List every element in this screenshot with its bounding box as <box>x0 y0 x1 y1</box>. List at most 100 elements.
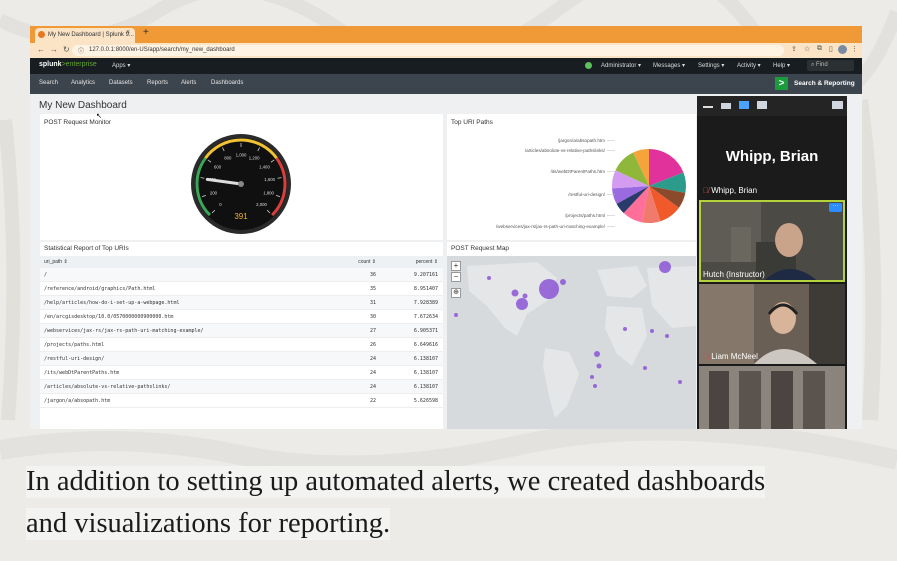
gallery-view-icon[interactable] <box>757 101 767 109</box>
cell-uri-path: /en/arcgisdesktop/10.0/0570000000900000.… <box>44 314 174 320</box>
exit-fullscreen-icon[interactable] <box>832 101 843 109</box>
apps-menu[interactable]: Apps ▾ <box>112 62 130 69</box>
share-icon[interactable]: ⇪ <box>791 45 797 53</box>
map-cluster-dot[interactable] <box>623 327 627 331</box>
cell-count: 24 <box>369 370 376 376</box>
cell-percent: 7.672634 <box>413 314 438 320</box>
table-row[interactable]: /webservices/jax-rs/jax-rs-path-uri-matc… <box>40 324 443 338</box>
gauge-tick-label: 600 <box>214 164 222 169</box>
menu-icon[interactable]: ⋮ <box>851 45 858 53</box>
pie-label: /articles/absolute-vs-relative-pathslink… <box>525 148 606 153</box>
map-cluster-dot[interactable] <box>678 380 682 384</box>
nav-alerts[interactable]: Alerts <box>181 80 196 86</box>
table-row[interactable]: /reference/android/graphics/Path.html 35 8… <box>40 282 443 296</box>
participant-video-3[interactable] <box>699 366 845 429</box>
settings-menu[interactable]: Settings ▾ <box>698 62 724 69</box>
stats-table: / 36 9.207161/reference/android/graphics/P… <box>40 268 443 408</box>
splunk-logo[interactable]: splunk>enterprise <box>39 61 97 68</box>
activity-menu[interactable]: Activity ▾ <box>737 62 761 69</box>
nav-reports[interactable]: Reports <box>147 80 168 86</box>
app-label[interactable]: Search & Reporting <box>794 80 855 87</box>
radial-gauge: 02004006008001,0001,2001,4001,6001,8002,… <box>191 134 291 234</box>
map-reset-icon[interactable]: ⊕ <box>451 288 461 298</box>
extensions-icon[interactable]: ⧉ <box>817 45 822 53</box>
map-cluster-dot[interactable] <box>516 298 528 310</box>
map-cluster-dot[interactable] <box>590 375 594 379</box>
pie-label: /webservices/jax-rs/jax-rs-path-uri-matc… <box>496 224 606 229</box>
map-cluster-dot[interactable] <box>454 313 458 317</box>
muted-mic-icon: 🎙̸ <box>703 186 712 195</box>
map-cluster-dot[interactable] <box>487 276 491 280</box>
table-row[interactable]: /en/arcgisdesktop/10.0/0570000000900000.… <box>40 310 443 324</box>
map-cluster-dot[interactable] <box>596 363 602 369</box>
pie-chart: /jargon/a/absopath.htm/articles/absolute… <box>496 138 686 229</box>
gauge-panel-title: POST Request Monitor <box>44 119 112 126</box>
cell-uri-path: /its/webDtParentPaths.htm <box>44 370 120 376</box>
nav-dashboards[interactable]: Dashboards <box>211 80 243 86</box>
minimize-icon[interactable] <box>703 106 713 108</box>
gauge-tick-label: 2,000 <box>256 202 267 207</box>
sidebar-icon[interactable]: ▯ <box>829 45 833 53</box>
cell-percent: 5.626598 <box>413 398 438 404</box>
map-cluster-dot[interactable] <box>539 279 559 299</box>
address-bar[interactable]: ⓘ 127.0.0.1:8000/en-US/app/search/my_new… <box>72 45 784 56</box>
map-cluster-dot[interactable] <box>643 366 647 370</box>
cluster-map[interactable] <box>447 256 696 429</box>
nav-datasets[interactable]: Datasets <box>109 80 133 86</box>
col-percent[interactable]: percent ⇕ <box>390 259 438 265</box>
map-cluster-dot[interactable] <box>650 329 654 333</box>
table-row[interactable]: /projects/paths.html 26 6.649616 <box>40 338 443 352</box>
map-cluster-dot[interactable] <box>665 334 669 338</box>
administrator-menu[interactable]: Administrator ▾ <box>601 62 641 69</box>
map-panel-title: POST Request Map <box>451 245 510 252</box>
map-zoom-in-button[interactable]: + <box>451 261 461 271</box>
cell-uri-path: /help/articles/how-do-i-set-up-a-webpage… <box>44 300 180 306</box>
nav-analytics[interactable]: Analytics <box>71 80 95 86</box>
map-cluster-dot[interactable] <box>594 351 600 357</box>
col-count[interactable]: count ⇕ <box>340 259 376 265</box>
nav-search[interactable]: Search <box>39 80 58 86</box>
table-row[interactable]: /restful-uri-design/24 6.138107 <box>40 352 443 366</box>
cell-percent: 6.905371 <box>413 328 438 334</box>
map-cluster-dot[interactable] <box>522 293 528 299</box>
map-cluster-dot[interactable] <box>511 289 519 297</box>
thumbnail-view-icon[interactable] <box>721 103 731 109</box>
speaker-view-icon[interactable] <box>739 101 749 109</box>
participant-more-button[interactable]: ··· <box>829 203 842 212</box>
map-cluster-dot[interactable] <box>560 279 566 285</box>
help-menu[interactable]: Help ▾ <box>773 62 790 69</box>
cell-uri-path: /reference/android/graphics/Path.html <box>44 286 156 292</box>
map-cluster-dot[interactable] <box>659 261 671 273</box>
star-icon[interactable]: ☆ <box>804 45 810 53</box>
table-row[interactable]: /its/webDtParentPaths.htm 24 6.138107 <box>40 366 443 380</box>
table-row[interactable]: /jargon/a/absopath.htm 22 5.626598 <box>40 394 443 408</box>
gauge-tick-label: 1,800 <box>263 190 274 195</box>
health-status-icon[interactable] <box>585 62 592 69</box>
cell-percent: 6.138107 <box>413 356 438 362</box>
browser-tab[interactable]: My New Dashboard | Splunk 9... <box>35 28 135 43</box>
map-cluster-dot[interactable] <box>593 384 597 388</box>
find-input[interactable]: ⌕ Find <box>807 60 854 71</box>
col-uri-path[interactable]: uri_path ⇕ <box>44 259 68 265</box>
forward-icon[interactable]: → <box>50 45 58 54</box>
participant-name-hutch: Hutch (Instructor) <box>703 270 765 279</box>
host-name-label: 🎙̸ Whipp, Brian <box>703 186 758 195</box>
tab-close-icon[interactable]: × <box>126 29 130 36</box>
url-text: 127.0.0.1:8000/en-US/app/search/my_new_d… <box>89 47 235 53</box>
pie-label: /restful-uri-design/ <box>568 192 605 197</box>
profile-icon[interactable] <box>838 45 847 54</box>
cell-uri-path: /projects/paths.html <box>44 342 105 348</box>
map-zoom-out-button[interactable]: − <box>451 272 461 282</box>
cell-uri-path: /jargon/a/absopath.htm <box>44 398 111 404</box>
gauge-tick-label: 200 <box>210 190 218 195</box>
reload-icon[interactable]: ↻ <box>63 45 70 54</box>
info-icon: ⓘ <box>78 49 85 55</box>
messages-menu[interactable]: Messages ▾ <box>653 62 685 69</box>
table-row[interactable]: /help/articles/how-do-i-set-up-a-webpage… <box>40 296 443 310</box>
new-tab-button[interactable]: + <box>143 27 149 38</box>
table-row[interactable]: /articles/absolute-vs-relative-pathslink… <box>40 380 443 394</box>
pie-label: /its/webDtParentPaths.htm <box>551 169 606 174</box>
cell-count: 24 <box>369 356 376 362</box>
back-icon[interactable]: ← <box>37 45 45 54</box>
table-row[interactable]: / 36 9.207161 <box>40 268 443 282</box>
